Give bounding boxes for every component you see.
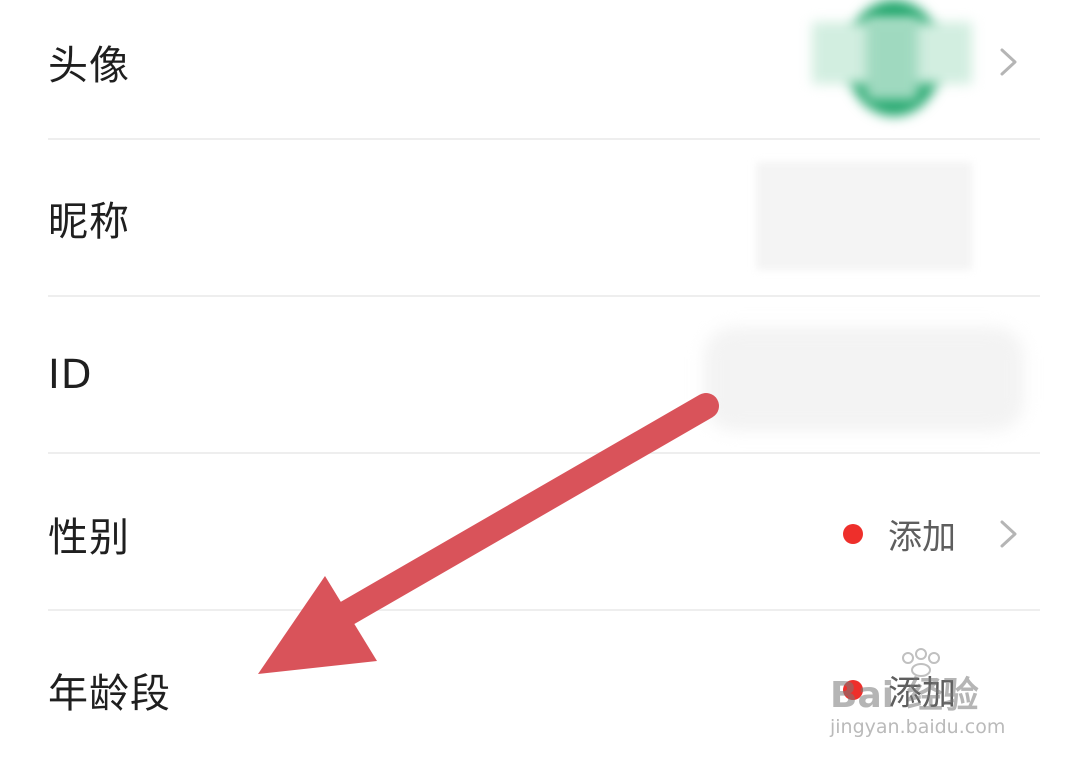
redacted-value	[756, 162, 972, 270]
row-label-avatar: 头像	[48, 43, 130, 89]
red-dot-badge	[843, 680, 863, 700]
divider	[48, 609, 1040, 611]
row-label-gender: 性别	[48, 515, 130, 561]
settings-row-avatar[interactable]: 头像	[0, 0, 1080, 140]
settings-row-id[interactable]: ID	[0, 297, 1080, 453]
divider	[48, 452, 1040, 454]
settings-row-age-group[interactable]: 年龄段 添加	[0, 612, 1080, 768]
settings-row-nickname[interactable]: 昵称	[0, 140, 1080, 296]
chevron-right-icon	[1000, 48, 1017, 76]
add-link[interactable]: 添加	[888, 666, 956, 715]
chevron-right-icon	[1000, 520, 1017, 548]
settings-row-gender[interactable]: 性别 添加	[0, 456, 1080, 612]
row-label-id: ID	[48, 352, 93, 398]
add-link[interactable]: 添加	[888, 510, 956, 559]
row-label-nickname: 昵称	[48, 199, 130, 245]
redacted-value	[704, 327, 1024, 431]
red-dot-badge	[843, 524, 863, 544]
avatar[interactable]	[812, 0, 972, 120]
row-label-age-group: 年龄段	[48, 671, 171, 717]
